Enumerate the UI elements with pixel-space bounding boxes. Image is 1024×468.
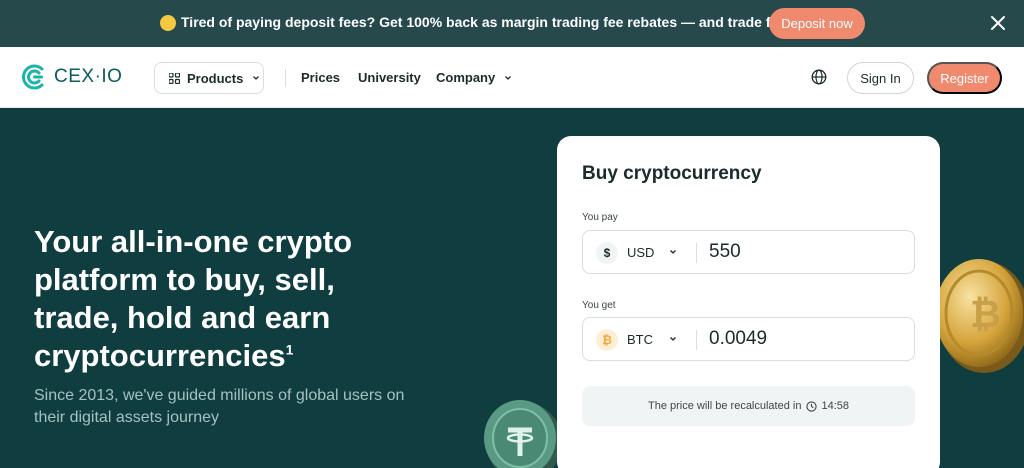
register-button[interactable]: Register	[927, 62, 1002, 94]
nav-link-university[interactable]: University	[358, 70, 421, 85]
close-icon[interactable]	[989, 14, 1007, 32]
chevron-down-icon	[253, 76, 260, 80]
grid-icon	[169, 72, 180, 84]
get-amount-input[interactable]: 0.0049	[709, 328, 767, 350]
hero-title-text: Your all-in-one crypto platform to buy, …	[34, 224, 353, 373]
nav-divider	[285, 69, 286, 87]
products-menu[interactable]: Products	[154, 62, 264, 94]
pay-currency-select[interactable]: USD	[627, 245, 654, 260]
hero-subtitle: Since 2013, we've guided millions of glo…	[34, 387, 405, 426]
you-pay-field: $ USD 550	[582, 230, 915, 274]
chevron-down-icon[interactable]	[669, 248, 677, 256]
you-pay-label: You pay	[582, 212, 618, 223]
logo[interactable]: CEX·IO	[22, 64, 122, 90]
you-get-label: You get	[582, 300, 616, 311]
thinking-emoji-icon	[160, 15, 176, 31]
recalc-notice: The price will be recalculated in 14:58	[582, 386, 915, 426]
buy-crypto-card: Buy cryptocurrency You pay $ USD 550 You…	[557, 136, 940, 468]
chevron-down-icon	[505, 75, 512, 80]
cex-logo-icon	[22, 64, 44, 90]
recalc-timer: 14:58	[821, 400, 849, 412]
card-title: Buy cryptocurrency	[582, 163, 762, 184]
dollar-icon: $	[596, 242, 618, 264]
promo-text: Tired of paying deposit fees? Get 100% b…	[181, 14, 819, 30]
deposit-now-button[interactable]: Deposit now	[769, 8, 865, 39]
recalc-text: The price will be recalculated in	[648, 400, 802, 412]
get-currency-select[interactable]: BTC	[627, 332, 653, 347]
bitcoin-coin-icon: ₿	[935, 259, 1024, 373]
tether-coin-icon	[484, 400, 562, 468]
svg-text:₿: ₿	[970, 292, 1001, 336]
pay-amount-input[interactable]: 550	[709, 241, 741, 263]
field-divider	[696, 330, 697, 350]
footnote-marker: 1	[285, 341, 294, 358]
nav-link-prices[interactable]: Prices	[301, 70, 340, 85]
top-nav: CEX·IO Products Prices University Compan…	[0, 47, 1024, 108]
company-label: Company	[436, 70, 496, 85]
clock-icon	[806, 400, 818, 412]
you-get-field: ₿ BTC 0.0049	[582, 317, 915, 361]
globe-icon[interactable]	[811, 69, 827, 85]
hero-title: Your all-in-one crypto platform to buy, …	[34, 223, 414, 375]
chevron-down-icon[interactable]	[669, 335, 677, 343]
promo-banner: Tired of paying deposit fees? Get 100% b…	[0, 0, 1024, 47]
sign-in-button[interactable]: Sign In	[847, 62, 914, 94]
bitcoin-icon: ₿	[596, 329, 618, 351]
logo-text: CEX·IO	[54, 66, 123, 87]
nav-link-company[interactable]: Company	[436, 70, 512, 85]
field-divider	[696, 243, 697, 263]
products-label: Products	[187, 70, 244, 86]
